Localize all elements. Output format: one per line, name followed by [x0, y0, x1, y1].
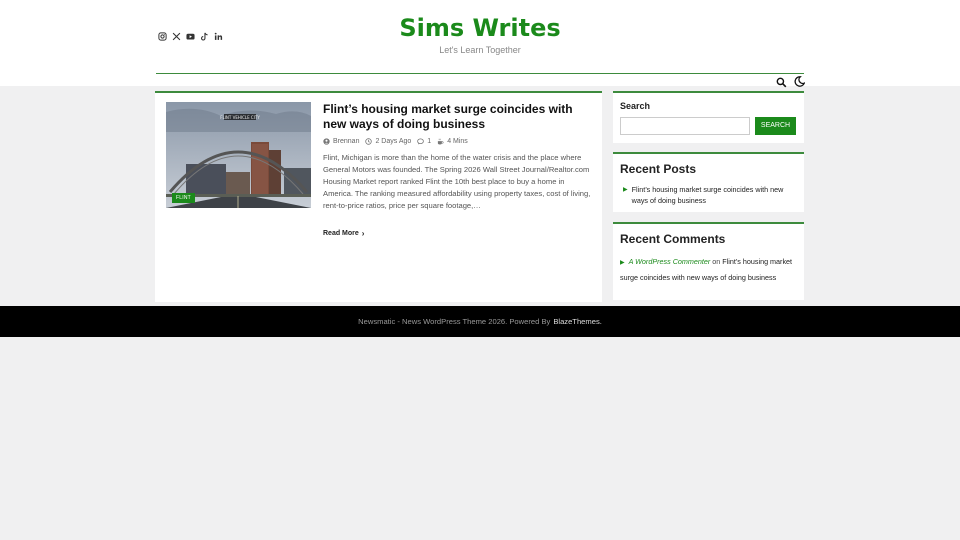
post-card: FLINT VEHICLE CITY FLINT Flint’s housing… [155, 91, 602, 302]
post-meta: Brennan 2 Days Ago 1 4 Mins [323, 138, 474, 145]
meta-author[interactable]: Brennan [323, 138, 359, 145]
moon-icon[interactable] [794, 74, 806, 87]
site-footer: Newsmatic - News WordPress Theme 2026. P… [0, 306, 960, 337]
search-input[interactable] [620, 117, 750, 135]
meta-read-time: 4 Mins [437, 138, 468, 145]
recent-posts-widget: Recent Posts ▶ Flint’s housing market su… [613, 152, 804, 212]
category-badge[interactable]: FLINT [172, 193, 195, 203]
meta-date[interactable]: 2 Days Ago [365, 138, 411, 145]
clock-icon [365, 138, 373, 145]
footer-text: Newsmatic - News WordPress Theme 2026. P… [358, 317, 551, 326]
comment-on-text: on [712, 257, 721, 266]
meta-comments[interactable]: 1 [417, 138, 431, 145]
recent-comment-item: ▶ A WordPress Commenter on Flint’s housin… [620, 255, 798, 284]
caret-right-icon: ▶ [620, 260, 625, 266]
read-more-link[interactable]: Read More › [323, 229, 364, 238]
recent-posts-title: Recent Posts [620, 162, 697, 176]
user-icon [323, 138, 330, 145]
recent-post-item[interactable]: ▶ Flint’s housing market surge coincides… [623, 184, 798, 206]
search-widget-title: Search [620, 101, 651, 111]
site-header: Sims Writes Let's Learn Together [0, 0, 960, 88]
recent-comments-widget: Recent Comments ▶ A WordPress Commenter o… [613, 222, 804, 300]
site-title-link[interactable]: Sims Writes [399, 14, 560, 42]
meta-date-text: 2 Days Ago [375, 138, 412, 145]
post-excerpt: Flint, Michigan is more than the home of… [323, 153, 591, 210]
search-widget: Search SEARCH [613, 91, 804, 143]
image-sign-text: FLINT VEHICLE CITY [220, 115, 260, 120]
nav-divider [156, 73, 804, 74]
comment-author-link[interactable]: A WordPress Commenter [629, 257, 711, 266]
recent-comments-title: Recent Comments [620, 232, 726, 246]
recent-post-link[interactable]: Flint’s housing market surge coincides w… [632, 184, 798, 206]
coffee-icon [438, 138, 444, 145]
caret-right-icon: ▶ [623, 187, 628, 193]
footer-brand-link[interactable]: BlazeThemes. [553, 317, 602, 326]
site-title: Sims Writes [0, 14, 960, 42]
search-icon[interactable] [776, 75, 787, 88]
site-tagline: Let's Learn Together [439, 45, 521, 55]
comment-icon [417, 138, 425, 145]
search-button[interactable]: SEARCH [755, 117, 796, 135]
post-title[interactable]: Flint’s housing market surge coincides w… [323, 102, 593, 132]
meta-comments-count: 1 [427, 138, 432, 145]
read-more-label: Read More [323, 230, 359, 237]
meta-author-name: Brennan [333, 138, 360, 145]
chevron-right-icon: › [361, 229, 365, 238]
meta-read-time-text: 4 Mins [447, 138, 468, 145]
